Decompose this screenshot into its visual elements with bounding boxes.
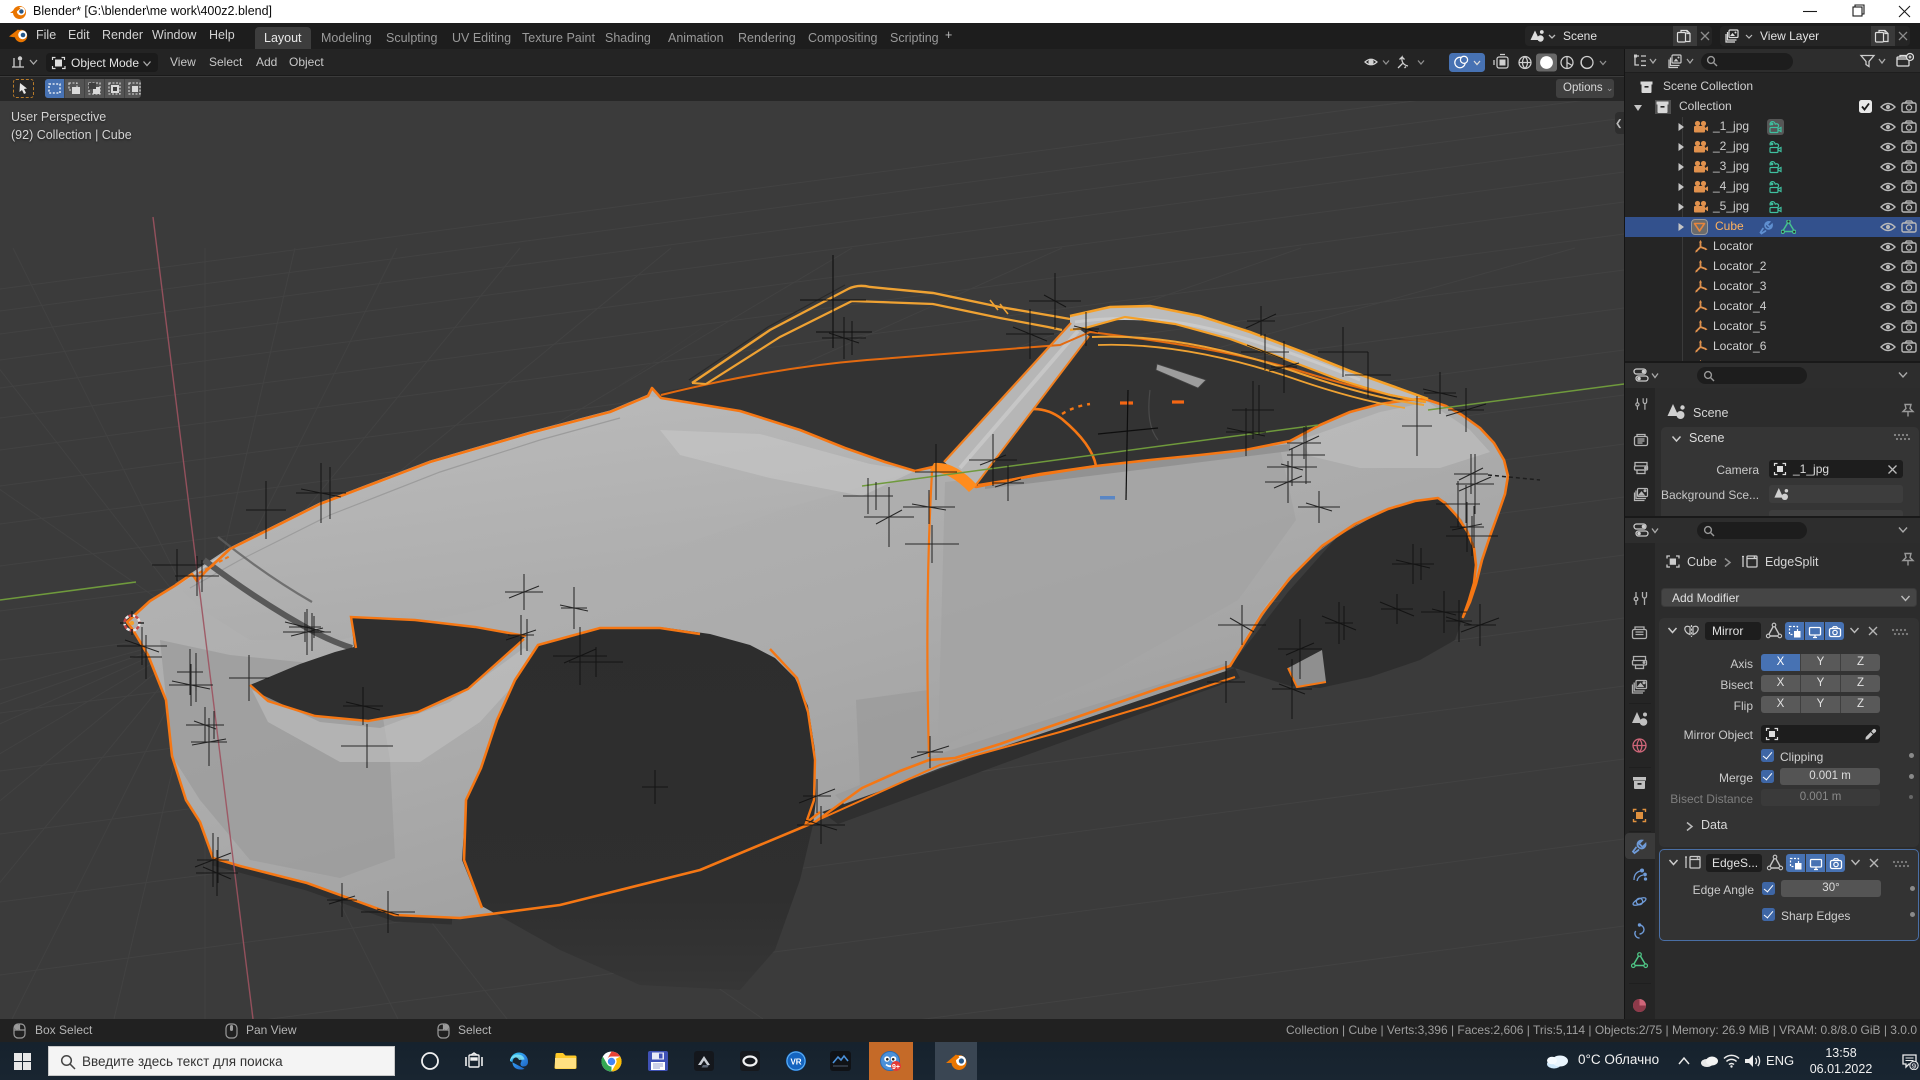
svg-text:9: 9 [1912,1061,1916,1070]
svg-text:VR: VR [790,1058,801,1067]
svg-text:9+: 9+ [892,1064,900,1071]
